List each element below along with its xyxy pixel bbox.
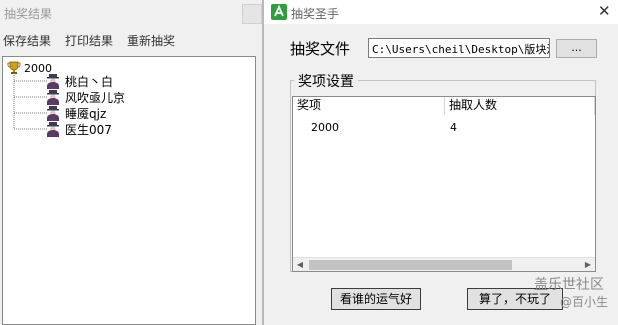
file-path-field[interactable]: C:\Users\cheil\Desktop\版块活	[368, 38, 550, 58]
tree-item-label: 医生007	[65, 122, 112, 137]
close-icon[interactable]: ✕	[598, 2, 611, 20]
scrollbar-thumb[interactable]	[309, 260, 512, 270]
person-icon	[47, 122, 59, 137]
redraw-menu[interactable]: 重新抽奖	[127, 32, 175, 49]
results-window: 抽奖结果 保存结果 打印结果 重新抽奖 2000 桃白丶白 风吹亟儿京 睡魇qj…	[0, 0, 262, 325]
draw-button[interactable]: 看谁的运气好	[331, 288, 421, 310]
print-results-menu[interactable]: 打印结果	[65, 32, 113, 49]
dialog-title: 抽奖圣手	[291, 7, 340, 21]
results-window-control[interactable]	[242, 4, 262, 24]
prize-settings-title: 奖项设置	[294, 71, 358, 91]
results-tree[interactable]: 2000 桃白丶白 风吹亟儿京 睡魇qjz 医生007	[2, 56, 256, 325]
dialog-titlebar[interactable]: 抽奖圣手 ✕	[264, 0, 618, 24]
watermark-author: @百小生	[560, 295, 609, 309]
file-label: 抽奖文件	[290, 40, 351, 58]
prize-cell: 2000	[311, 121, 339, 134]
table-row[interactable]: 2000 4	[293, 121, 595, 137]
tree-item-label: 睡魇qjz	[65, 106, 107, 121]
count-cell: 4	[450, 121, 457, 134]
tree-item[interactable]: 风吹亟儿京	[45, 89, 125, 105]
app-logo-icon	[271, 4, 287, 20]
column-header-prize[interactable]: 奖项	[293, 97, 445, 115]
scroll-right-icon[interactable]: ▶	[581, 258, 595, 271]
results-menu-bar: 保存结果 打印结果 重新抽奖	[3, 32, 175, 49]
tree-connector-lines	[13, 73, 47, 130]
scroll-left-icon[interactable]: ◀	[293, 258, 307, 271]
tree-item[interactable]: 医生007	[45, 121, 112, 137]
watermark-text: 盖乐世社区	[534, 277, 604, 293]
column-header-count[interactable]: 抽取人数	[445, 97, 595, 115]
results-window-title: 抽奖结果	[4, 7, 53, 21]
person-icon	[47, 74, 59, 89]
save-results-menu[interactable]: 保存结果	[3, 32, 51, 49]
person-icon	[47, 106, 59, 121]
tree-item-label: 桃白丶白	[65, 74, 114, 89]
person-icon	[47, 90, 59, 105]
prize-list[interactable]: 奖项 抽取人数 2000 4 ◀ ▶	[292, 96, 596, 272]
horizontal-scrollbar[interactable]: ◀ ▶	[293, 257, 595, 271]
tree-item-label: 风吹亟儿京	[65, 90, 126, 105]
tree-item[interactable]: 睡魇qjz	[45, 105, 106, 121]
tree-item[interactable]: 桃白丶白	[45, 73, 113, 89]
browse-button[interactable]: ...	[556, 39, 597, 58]
prize-list-header: 奖项 抽取人数	[293, 97, 595, 115]
